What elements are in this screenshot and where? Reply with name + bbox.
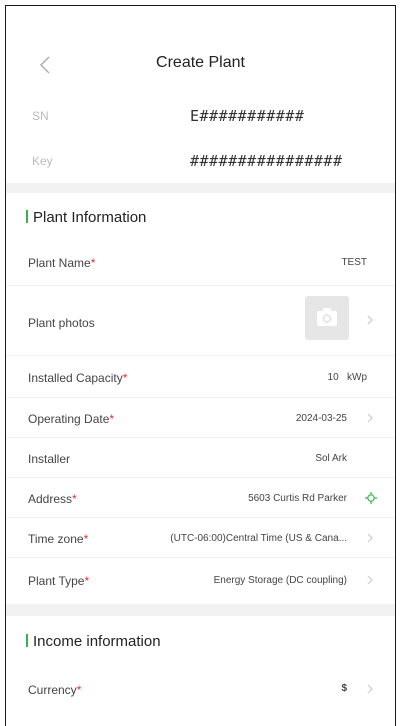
chevron-right-icon [367,684,373,694]
create-plant-screen: Create Plant SN E########### Key #######… [5,5,396,726]
installed-capacity-value[interactable]: 10 kWp [328,372,367,383]
income-info-title-text: Income information [33,633,161,650]
section-accent-bar [26,210,28,223]
chevron-right-icon [367,315,373,325]
sn-row: SN E########### [6,106,395,128]
time-zone-row[interactable]: Time zone* (UTC-06:00)Central Time (US &… [6,518,395,558]
plant-info-title-text: Plant Information [33,209,147,226]
installed-capacity-row[interactable]: Installed Capacity* 10 kWp [6,356,395,398]
header: Create Plant [6,6,395,116]
installed-capacity-label: Installed Capacity* [28,371,128,385]
sn-value: E########### [190,107,305,125]
installer-value[interactable]: Sol Ark [315,453,347,464]
chevron-right-icon [367,413,373,423]
currency-label: Currency* [28,683,82,697]
key-row: Key ################ [6,151,395,173]
plant-name-value[interactable]: TEST [341,257,367,268]
address-row[interactable]: Address* 5603 Curtis Rd Parker [6,478,395,518]
key-label: Key [32,154,53,168]
plant-type-row[interactable]: Plant Type* Energy Storage (DC coupling) [6,558,395,604]
currency-row[interactable]: Currency* $ [6,662,395,712]
photo-upload-box[interactable] [305,296,349,340]
installer-row[interactable]: Installer Sol Ark [6,438,395,478]
chevron-right-icon [367,575,373,585]
operating-date-row[interactable]: Operating Date* 2024-03-25 [6,398,395,438]
section-separator [6,183,395,193]
camera-icon [317,308,337,326]
section-accent-bar [26,634,28,647]
time-zone-label: Time zone* [28,532,89,546]
sn-label: SN [32,109,49,123]
nav-bar: Create Plant [6,50,395,80]
plant-name-label: Plant Name* [28,256,96,270]
plant-type-label: Plant Type* [28,574,90,588]
address-label: Address* [28,492,77,506]
address-value[interactable]: 5603 Curtis Rd Parker [248,493,347,504]
operating-date-label: Operating Date* [28,412,115,426]
plant-type-value[interactable]: Energy Storage (DC coupling) [214,575,347,586]
plant-info-section-title: Plant Information [26,209,146,226]
income-info-section-title: Income information [26,633,161,650]
plant-photos-row[interactable]: Plant photos [6,286,395,356]
chevron-right-icon [367,533,373,543]
page-title: Create Plant [156,54,245,71]
location-icon[interactable] [365,492,377,504]
key-value: ################ [190,152,343,170]
installer-label: Installer [28,452,71,466]
section-separator [6,604,395,616]
capacity-unit: kWp [347,372,367,383]
time-zone-value[interactable]: (UTC-06:00)Central Time (US & Cana... [170,533,347,544]
currency-value[interactable]: $ [341,683,347,694]
operating-date-value[interactable]: 2024-03-25 [296,413,347,424]
plant-photos-label: Plant photos [28,316,95,330]
plant-name-row[interactable]: Plant Name* TEST [6,238,395,286]
